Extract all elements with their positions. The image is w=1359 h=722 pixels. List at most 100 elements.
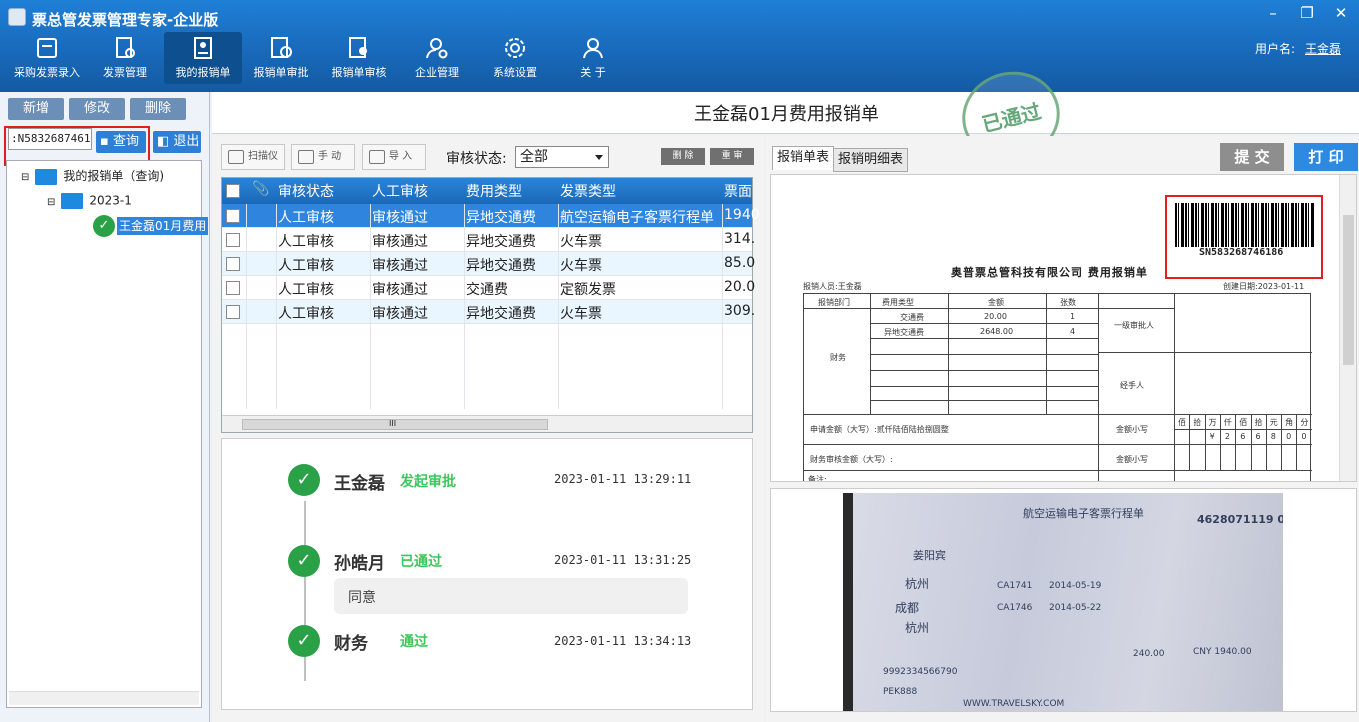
add-button[interactable]: 新增 — [8, 98, 64, 120]
table-cell: 交通费 — [466, 282, 508, 298]
table-cell: 审核通过 — [372, 210, 428, 226]
toolbar-my-expense[interactable]: 我的报销单 — [164, 32, 242, 84]
row-checkbox[interactable] — [226, 305, 240, 319]
gear-doc-icon — [116, 37, 135, 58]
ticket-date2: 2014-05-22 — [1049, 603, 1102, 613]
toolbar-expense-approve[interactable]: 报销单审批 — [242, 32, 320, 84]
delete-invoice-button[interactable]: 删 除 — [661, 148, 705, 165]
row-checkbox[interactable] — [226, 209, 240, 223]
manual-button[interactable]: 手 动 — [291, 144, 355, 170]
delete-button[interactable]: 删除 — [130, 98, 186, 120]
ticket-serial: 9992334566790 — [883, 667, 958, 677]
toolbar-purchase-invoice[interactable]: 采购发票录入 — [8, 32, 86, 84]
table-cell: 314. — [724, 231, 756, 247]
timeline-name: 孙皓月 — [334, 554, 385, 574]
print-button[interactable]: 打 印 — [1294, 143, 1358, 171]
col-face-value[interactable]: 票面 — [724, 181, 752, 201]
import-button[interactable]: 导 入 — [362, 144, 426, 170]
tree-root[interactable]: ⊟ 我的报销单（查询) — [21, 167, 164, 185]
ticket-passenger: 姜阳宾 — [913, 549, 946, 562]
scanner-button[interactable]: 扫描仪 — [221, 144, 285, 170]
doc-type-header: 费用类型 — [882, 298, 914, 307]
table-row[interactable]: 人工审核 审核通过 异地交通费 火车票 314. — [222, 228, 756, 252]
table-row[interactable]: 人工审核 审核通过 异地交通费 航空运输电子客票行程单 1940 — [222, 204, 760, 228]
gear-icon — [505, 38, 525, 58]
doc-apply-amount: 申请金额（大写）:贰仟陆佰陆拾捌圆整 — [810, 425, 949, 434]
tab-expense-detail[interactable]: 报销明细表 — [833, 148, 909, 172]
tree-expense-item[interactable]: ✓ 王金磊01月费用 — [93, 215, 209, 237]
digit-value: 2 — [1224, 432, 1230, 441]
app-title: 票总管发票管理专家-企业版 — [32, 11, 219, 29]
digit-unit: 仟 — [1223, 418, 1232, 427]
exit-button[interactable]: ◧ 退出 — [153, 131, 201, 153]
grid-hscrollbar[interactable]: III — [222, 415, 752, 432]
invoice-grid: 📎 审核状态 人工审核 费用类型 发票类型 票面 人工审核 审核通过 异地交通费 航空… — [221, 177, 760, 433]
ticket-number: 4628071119 0 — [1197, 513, 1283, 526]
user-gear-icon — [426, 38, 448, 59]
doc-company-title: 奥普票总管科技有限公司 费用报销单 — [951, 266, 1148, 279]
col-expense-type[interactable]: 费用类型 — [466, 181, 522, 201]
title-bar: 票总管发票管理专家-企业版 – ❐ ✕ 采购发票录入 发票管理 我的报销单 报销… — [0, 0, 1359, 92]
minimize-icon[interactable]: – — [1263, 4, 1283, 22]
status-filter-select[interactable]: 全部 — [515, 146, 609, 168]
user-name-link[interactable]: 王金磊 — [1305, 40, 1341, 57]
table-cell: 审核通过 — [372, 282, 428, 298]
doc-row2-amount: 2648.00 — [980, 327, 1014, 336]
timeline-time: 2023-01-11 13:34:13 — [554, 634, 692, 648]
person-doc-icon — [194, 37, 212, 59]
row-checkbox[interactable] — [226, 281, 240, 295]
tab-expense-form[interactable]: 报销单表 — [772, 146, 835, 170]
digit-unit: 角 — [1285, 418, 1294, 427]
form-scroll-thumb[interactable] — [1343, 215, 1354, 365]
window-controls: – ❐ ✕ — [1263, 4, 1351, 22]
table-row[interactable]: 人工审核 审核通过 异地交通费 火车票 85.0 — [222, 252, 755, 276]
table-row[interactable]: 人工审核 审核通过 异地交通费 火车票 309. — [222, 300, 755, 324]
toolbar-invoice-manage[interactable]: 发票管理 — [86, 32, 164, 84]
status-filter-label: 审核状态: — [446, 151, 507, 167]
edit-button[interactable]: 修改 — [69, 98, 125, 120]
doc-row1-amount: 20.00 — [984, 312, 1007, 321]
form-vscrollbar[interactable] — [1339, 175, 1356, 481]
grid-header: 📎 审核状态 人工审核 费用类型 发票类型 票面 — [222, 178, 752, 204]
table-cell: 火车票 — [560, 306, 602, 322]
audit-doc-icon — [349, 37, 367, 58]
tree-year-node[interactable]: ⊟ 2023-1 — [47, 193, 132, 209]
main-toolbar: 采购发票录入 发票管理 我的报销单 报销单审批 报销单审核 企业管理 系统设置 … — [8, 32, 632, 84]
toolbar-expense-audit[interactable]: 报销单审核 — [320, 32, 398, 84]
row-checkbox[interactable] — [226, 257, 240, 271]
air-ticket-photo: 航空运输电子客票行程单 4628071119 0 姜阳宾 杭州 成都 杭州 CA… — [843, 493, 1283, 711]
col-invoice-type[interactable]: 发票类型 — [560, 181, 616, 201]
close-icon[interactable]: ✕ — [1331, 4, 1351, 22]
toolbar-system-settings[interactable]: 系统设置 — [476, 32, 554, 84]
table-cell: 人工审核 — [278, 306, 334, 322]
ticket-date1: 2014-05-19 — [1049, 581, 1102, 591]
submit-button[interactable]: 提 交 — [1220, 143, 1284, 171]
select-all-checkbox[interactable] — [226, 184, 240, 198]
timeline-state: 已通过 — [400, 554, 442, 570]
grid-scroll-thumb[interactable]: III — [242, 419, 548, 430]
ticket-flight1: CA1741 — [997, 581, 1033, 591]
digit-value: 6 — [1255, 432, 1261, 441]
table-cell: 异地交通费 — [466, 210, 536, 226]
attachment-icon: 📎 — [252, 181, 270, 197]
reaudit-button[interactable]: 重 审 — [710, 148, 754, 165]
digit-unit: 拾 — [1193, 418, 1202, 427]
ticket-return: 杭州 — [905, 621, 930, 635]
col-audit-status[interactable]: 审核状态 — [278, 181, 334, 201]
row-checkbox[interactable] — [226, 233, 240, 247]
doc-handler: 经手人 — [1120, 381, 1144, 390]
tree-hscrollbar[interactable] — [9, 691, 199, 705]
invoice-image-viewer: 航空运输电子客票行程单 4628071119 0 姜阳宾 杭州 成都 杭州 CA… — [770, 488, 1357, 712]
table-row[interactable]: 人工审核 审核通过 交通费 定额发票 20.0 — [222, 276, 755, 300]
approval-comment: 同意 — [334, 578, 688, 614]
digit-unit: 万 — [1208, 418, 1217, 427]
users-icon — [583, 38, 603, 59]
toolbar-about[interactable]: 关 于 — [554, 32, 632, 84]
restore-icon[interactable]: ❐ — [1297, 4, 1317, 22]
expense-tree: ⊟ 我的报销单（查询) ⊟ 2023-1 ✓ 王金磊01月费用 — [6, 160, 209, 708]
table-cell: 航空运输电子客票行程单 — [560, 210, 714, 226]
table-cell: 审核通过 — [372, 234, 428, 250]
table-cell: 审核通过 — [372, 258, 428, 274]
col-manual-audit[interactable]: 人工审核 — [372, 181, 428, 201]
toolbar-company-manage[interactable]: 企业管理 — [398, 32, 476, 84]
